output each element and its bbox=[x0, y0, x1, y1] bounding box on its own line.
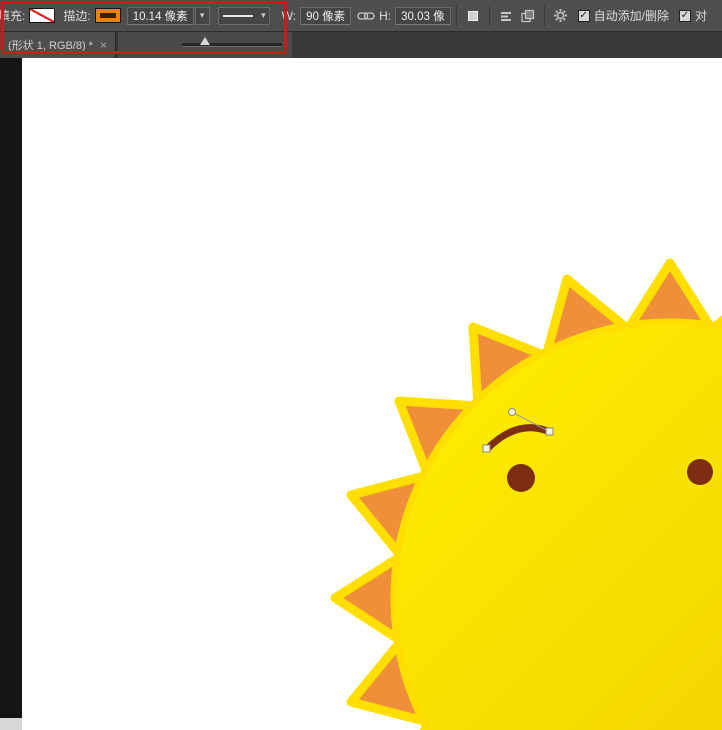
align-bars-icon bbox=[499, 9, 513, 23]
geometry-options-button[interactable] bbox=[550, 5, 572, 27]
path-anchor-point[interactable] bbox=[546, 428, 553, 435]
document-tab[interactable]: (形状 1, RGB/8) * × bbox=[0, 32, 116, 58]
status-corner bbox=[0, 718, 22, 730]
stroke-style-select[interactable]: ▾ bbox=[218, 7, 270, 25]
chain-link-icon bbox=[357, 10, 375, 22]
check-icon: ✓ bbox=[579, 10, 587, 21]
stroke-width-slider-handle[interactable] bbox=[200, 37, 210, 45]
align-edges-label: 对 bbox=[695, 7, 707, 24]
stroke-label: 描边: bbox=[63, 7, 90, 24]
chevron-down-icon: ▾ bbox=[200, 10, 205, 21]
close-icon[interactable]: × bbox=[100, 38, 107, 52]
divider bbox=[456, 6, 457, 26]
fill-swatch-none[interactable] bbox=[29, 8, 55, 23]
stroke-color-swatch[interactable] bbox=[95, 8, 121, 23]
divider bbox=[489, 6, 490, 26]
document-tab-title: (形状 1, RGB/8) * bbox=[8, 37, 93, 53]
stroke-style-preview bbox=[223, 15, 253, 17]
path-alignment-button[interactable] bbox=[495, 5, 517, 27]
gear-icon bbox=[553, 8, 568, 23]
stroke-width-field[interactable]: 10.14 像素 bbox=[127, 7, 194, 25]
combine-shapes-icon bbox=[466, 9, 480, 23]
chevron-down-icon: ▾ bbox=[261, 10, 266, 21]
check-icon: ✓ bbox=[681, 10, 689, 21]
stroke-width-dropdown-button[interactable]: ▾ bbox=[195, 7, 210, 25]
stacked-squares-icon bbox=[520, 9, 535, 23]
document-tab-bar: (形状 1, RGB/8) * × bbox=[0, 32, 722, 58]
sun-body bbox=[394, 322, 722, 730]
stroke-width-slider-track[interactable] bbox=[182, 43, 282, 47]
tools-panel-edge[interactable] bbox=[0, 58, 22, 730]
link-dimensions-button[interactable] bbox=[355, 5, 377, 27]
path-arrangement-button[interactable] bbox=[517, 5, 539, 27]
options-bar: 填充: 描边: 10.14 像素 ▾ ▾ W: 90 像素 H: 30.03 像 bbox=[0, 0, 722, 32]
sun-right-eye bbox=[687, 459, 713, 485]
auto-add-delete-label: 自动添加/删除 bbox=[594, 7, 669, 24]
align-edges-checkbox[interactable]: ✓ bbox=[679, 10, 691, 22]
shape-height-field[interactable]: 30.03 像 bbox=[395, 7, 450, 25]
stroke-width-slider-panel bbox=[118, 32, 292, 58]
document-canvas[interactable] bbox=[22, 58, 722, 730]
path-operations-button[interactable] bbox=[462, 5, 484, 27]
width-label: W: bbox=[282, 9, 296, 23]
path-anchor-point[interactable] bbox=[483, 445, 490, 452]
divider bbox=[544, 6, 545, 26]
shape-width-field[interactable]: 90 像素 bbox=[300, 7, 351, 25]
sun-left-eye bbox=[507, 464, 535, 492]
direction-handle-point[interactable] bbox=[509, 409, 516, 416]
auto-add-delete-checkbox[interactable]: ✓ bbox=[578, 10, 590, 22]
fill-label: 填充: bbox=[0, 7, 25, 24]
canvas-artwork bbox=[22, 58, 722, 730]
height-label: H: bbox=[379, 9, 391, 23]
